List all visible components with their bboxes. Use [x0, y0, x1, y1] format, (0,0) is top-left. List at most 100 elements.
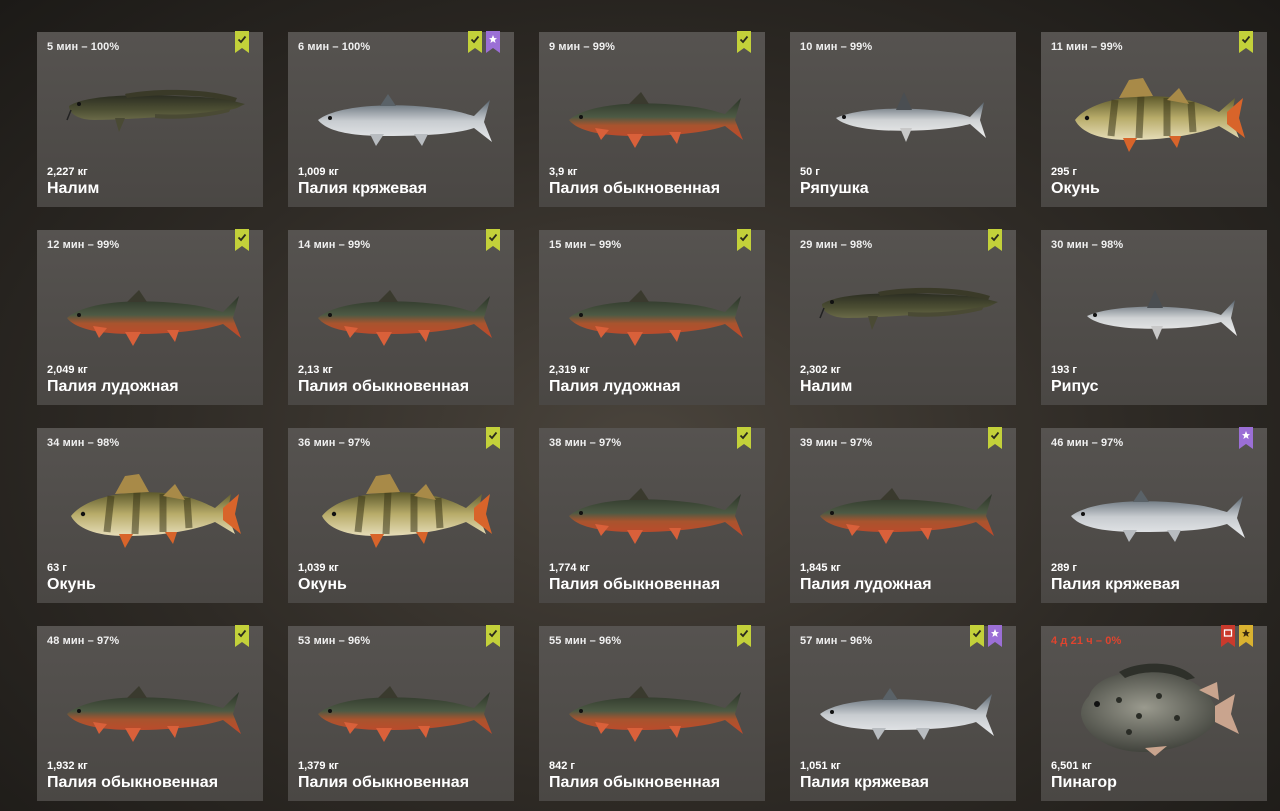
check-badge-icon — [737, 229, 751, 251]
catch-card[interactable]: 14 мин – 99% 2,13 кг Палия обыкновенная — [288, 229, 514, 405]
silver-fish-image — [808, 656, 998, 756]
badge-group — [468, 31, 500, 53]
badge-group — [486, 229, 500, 251]
check-badge-icon — [235, 625, 249, 647]
catch-card[interactable]: 36 мин – 97% 1,039 кг Окунь — [288, 427, 514, 603]
catch-time-quality: 4 д 21 ч – 0% — [1051, 635, 1122, 647]
catch-time-quality: 55 мин – 96% — [549, 635, 622, 647]
fish-name: Палия обыкновенная — [549, 576, 721, 593]
badge-group — [235, 31, 249, 53]
badge-group — [970, 625, 1002, 647]
check-badge-icon — [1239, 31, 1253, 53]
catch-time-quality: 15 мин – 99% — [549, 239, 622, 251]
lumpsucker-fish-image — [1059, 656, 1249, 756]
vendace-fish-image — [1059, 260, 1249, 360]
catch-card[interactable]: 46 мин – 97% 289 г Палия кряжевая — [1041, 427, 1267, 603]
star-badge-icon — [988, 625, 1002, 647]
vendace-fish-image — [808, 62, 998, 162]
fish-name: Палия кряжевая — [800, 774, 929, 791]
fish-name: Палия кряжевая — [1051, 576, 1180, 593]
badge-group — [737, 427, 751, 449]
perch-fish-image — [55, 458, 245, 558]
catch-weight: 1,379 кг — [298, 760, 339, 772]
check-badge-icon — [486, 427, 500, 449]
fish-name: Налим — [47, 180, 100, 197]
catch-weight: 1,932 кг — [47, 760, 88, 772]
catch-weight: 1,051 кг — [800, 760, 841, 772]
fish-name: Ряпушка — [800, 180, 869, 197]
fish-name: Окунь — [298, 576, 347, 593]
fish-name: Палия кряжевая — [298, 180, 427, 197]
catch-time-quality: 10 мин – 99% — [800, 41, 873, 53]
catch-weight: 842 г — [549, 760, 575, 772]
catch-card[interactable]: 12 мин – 99% 2,049 кг Палия лудожная — [37, 229, 263, 405]
catch-time-quality: 12 мин – 99% — [47, 239, 120, 251]
fish-name: Палия обыкновенная — [298, 774, 470, 791]
alert-badge-icon — [1221, 625, 1235, 647]
badge-group — [235, 229, 249, 251]
fish-name: Налим — [800, 378, 853, 395]
badge-group — [235, 625, 249, 647]
catch-weight: 193 г — [1051, 364, 1077, 376]
catch-time-quality: 36 мин – 97% — [298, 437, 371, 449]
check-badge-icon — [235, 229, 249, 251]
catch-time-quality: 48 мин – 97% — [47, 635, 120, 647]
catch-weight: 2,302 кг — [800, 364, 841, 376]
catch-card[interactable]: 5 мин – 100% 2,227 кг Налим — [37, 31, 263, 207]
badge-group — [737, 625, 751, 647]
check-badge-icon — [988, 229, 1002, 251]
char-fish-image — [306, 656, 496, 756]
check-badge-icon — [988, 427, 1002, 449]
catch-card[interactable]: 4 д 21 ч – 0% 6,501 кг Пинагор — [1041, 625, 1267, 801]
fish-name: Окунь — [47, 576, 96, 593]
check-badge-icon — [468, 31, 482, 53]
catch-grid: 5 мин – 100% 2,227 кг Налим 6 мин – 100% 1… — [0, 0, 1280, 811]
check-badge-icon — [235, 31, 249, 53]
check-badge-icon — [486, 229, 500, 251]
char-fish-image — [306, 260, 496, 360]
catch-weight: 1,039 кг — [298, 562, 339, 574]
char-fish-image — [557, 260, 747, 360]
badge-group — [988, 427, 1002, 449]
catch-weight: 2,13 кг — [298, 364, 333, 376]
catch-card[interactable]: 30 мин – 98% 193 г Рипус — [1041, 230, 1267, 405]
char-fish-image — [557, 62, 747, 162]
badge-group — [988, 229, 1002, 251]
fish-name: Палия обыкновенная — [298, 378, 470, 395]
catch-card[interactable]: 15 мин – 99% 2,319 кг Палия лудожная — [539, 229, 765, 405]
catch-card[interactable]: 6 мин – 100% 1,009 кг Палия кряжевая — [288, 31, 514, 207]
star-badge-icon — [1239, 427, 1253, 449]
catch-time-quality: 11 мин – 99% — [1051, 41, 1123, 53]
catch-card[interactable]: 10 мин – 99% 50 г Ряпушка — [790, 32, 1016, 207]
check-badge-icon — [486, 625, 500, 647]
catch-weight: 289 г — [1051, 562, 1077, 574]
catch-weight: 1,774 кг — [549, 562, 590, 574]
catch-time-quality: 34 мин – 98% — [47, 437, 120, 449]
catch-weight: 63 г — [47, 562, 67, 574]
silver-fish-image — [1059, 458, 1249, 558]
catch-card[interactable]: 55 мин – 96% 842 г Палия обыкновенная — [539, 625, 765, 801]
fish-name: Палия обыкновенная — [549, 774, 721, 791]
catch-time-quality: 53 мин – 96% — [298, 635, 371, 647]
catch-weight: 2,319 кг — [549, 364, 590, 376]
badge-group — [1239, 31, 1253, 53]
catch-card[interactable]: 39 мин – 97% 1,845 кг Палия лудожная — [790, 427, 1016, 603]
catch-card[interactable]: 53 мин – 96% 1,379 кг Палия обыкновенная — [288, 625, 514, 801]
fish-name: Палия лудожная — [47, 378, 179, 395]
catch-weight: 3,9 кг — [549, 166, 578, 178]
check-badge-icon — [737, 625, 751, 647]
catch-time-quality: 29 мин – 98% — [800, 239, 873, 251]
catch-card[interactable]: 57 мин – 96% 1,051 кг Палия кряжевая — [790, 625, 1016, 801]
catch-weight: 6,501 кг — [1051, 760, 1092, 772]
fish-name: Палия лудожная — [800, 576, 932, 593]
catch-card[interactable]: 48 мин – 97% 1,932 кг Палия обыкновенная — [37, 625, 263, 801]
catch-card[interactable]: 29 мин – 98% 2,302 кг Налим — [790, 229, 1016, 405]
char-fish-image — [55, 656, 245, 756]
catch-card[interactable]: 34 мин – 98% 63 г Окунь — [37, 428, 263, 603]
catch-time-quality: 30 мин – 98% — [1051, 239, 1124, 251]
check-badge-icon — [970, 625, 984, 647]
catch-card[interactable]: 11 мин – 99% 295 г Окунь — [1041, 31, 1267, 207]
catch-card[interactable]: 9 мин – 99% 3,9 кг Палия обыкновенная — [539, 31, 765, 207]
catch-card[interactable]: 38 мин – 97% 1,774 кг Палия обыкновенная — [539, 427, 765, 603]
catch-time-quality: 9 мин – 99% — [549, 41, 616, 53]
